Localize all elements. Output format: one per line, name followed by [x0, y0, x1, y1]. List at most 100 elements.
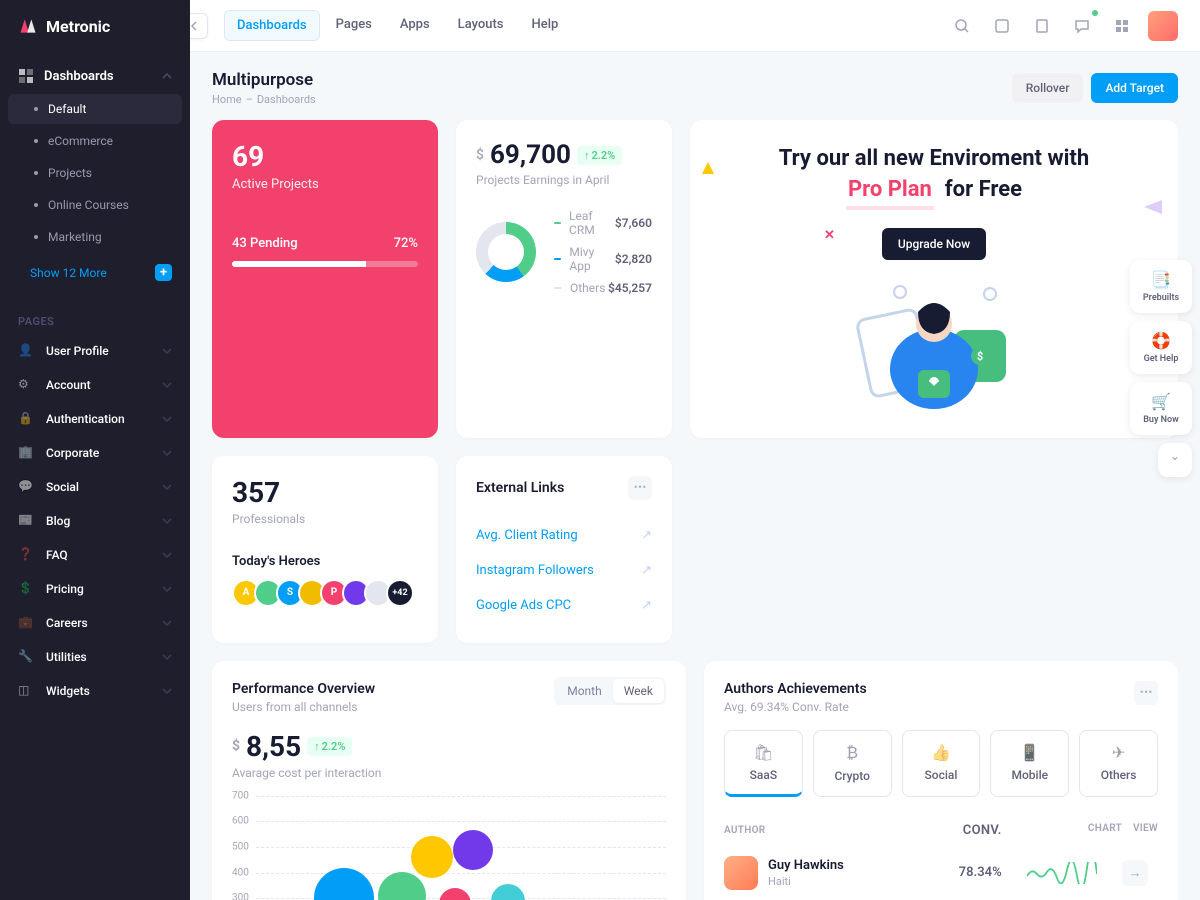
topnav-tab-apps[interactable]: Apps — [388, 10, 442, 41]
external-link[interactable]: Avg. Client Rating — [476, 528, 578, 543]
sidebar-page-utilities[interactable]: 🔧Utilities — [0, 640, 190, 674]
logo-text: Metronic — [46, 17, 110, 36]
page-icon: 🔒 — [18, 411, 34, 427]
open-icon[interactable]: ↗ — [641, 563, 652, 578]
sidebar-item-default[interactable]: Default — [8, 94, 182, 124]
sidebar-collapse-button[interactable] — [190, 13, 208, 39]
side-dock: 📑Prebuilts 🛟Get Help 🛒Buy Now ⌄ — [1130, 260, 1192, 477]
sidebar-item-ecommerce[interactable]: eCommerce — [8, 126, 182, 156]
author-row: Guy HawkinsHaiti78.34%→ — [724, 846, 1158, 900]
sidebar-item-projects[interactable]: Projects — [8, 158, 182, 188]
active-projects-label: Active Projects — [232, 177, 418, 192]
auth-tab-saas[interactable]: 🛍SaaS — [724, 730, 803, 797]
page-icon: 📰 — [18, 513, 34, 529]
sidebar-page-corporate[interactable]: 🏢Corporate — [0, 436, 190, 470]
sidebar-page-careers[interactable]: 💼Careers — [0, 606, 190, 640]
chevron-down-icon — [162, 652, 172, 662]
dock-help[interactable]: 🛟Get Help — [1130, 321, 1192, 374]
page-icon: 💼 — [18, 615, 34, 631]
external-link[interactable]: Google Ads CPC — [476, 598, 571, 613]
page-header: Multipurpose Home–Dashboards Rollover Ad… — [190, 52, 1200, 120]
arrow-left-icon — [190, 21, 200, 31]
sidebar-page-blog[interactable]: 📰Blog — [0, 504, 190, 538]
sparkline — [1027, 862, 1097, 884]
sidebar-page-widgets[interactable]: ◫Widgets — [0, 674, 190, 708]
sidebar-page-social[interactable]: 💬Social — [0, 470, 190, 504]
toggle-week[interactable]: Week — [613, 679, 664, 703]
chevron-down-icon — [162, 414, 172, 424]
apps-icon[interactable] — [1108, 12, 1136, 40]
active-projects-count: 69 — [232, 140, 418, 173]
add-target-button[interactable]: Add Target — [1091, 73, 1178, 103]
logo[interactable]: Metronic — [0, 0, 190, 52]
sidebar-page-pricing[interactable]: 💲Pricing — [0, 572, 190, 606]
open-icon[interactable]: ↗ — [641, 528, 652, 543]
page-icon: 🔧 — [18, 649, 34, 665]
user-avatar[interactable] — [1148, 11, 1178, 41]
author-name[interactable]: Guy Hawkins — [768, 858, 844, 873]
authors-card: Authors Achievements Avg. 69.34% Conv. R… — [704, 661, 1178, 900]
page-icon: 💬 — [18, 479, 34, 495]
topnav-tab-pages[interactable]: Pages — [324, 10, 384, 41]
bubble-radio[interactable] — [491, 884, 525, 900]
more-button[interactable]: ⋯ — [1134, 681, 1158, 705]
bubble-tv-campaign[interactable] — [453, 830, 493, 870]
bubble-google-ads[interactable] — [439, 888, 471, 900]
dock-buy[interactable]: 🛒Buy Now — [1130, 382, 1192, 435]
chat-icon[interactable] — [1068, 12, 1096, 40]
topnav-tab-help[interactable]: Help — [520, 10, 571, 41]
nav-head-dashboards[interactable]: Dashboards — [0, 58, 190, 94]
auth-tab-crypto[interactable]: ₿Crypto — [813, 730, 892, 797]
chevron-down-icon — [162, 346, 172, 356]
sidebar-page-account[interactable]: ⚙Account — [0, 368, 190, 402]
auth-tab-mobile[interactable]: 📱Mobile — [990, 730, 1069, 797]
author-avatar — [724, 856, 758, 890]
heroes-label: Today's Heroes — [232, 554, 418, 569]
bubble-email-newsletter[interactable] — [378, 872, 426, 900]
sidebar-page-user-profile[interactable]: 👤User Profile — [0, 334, 190, 368]
external-link[interactable]: Instagram Followers — [476, 563, 594, 578]
promo-illustration: $ — [714, 274, 1154, 414]
activity-icon[interactable] — [988, 12, 1016, 40]
earnings-card: $ 69,700 ↑ 2.2% Projects Earnings in Apr… — [456, 120, 672, 438]
auth-title: Authors Achievements — [724, 681, 867, 697]
sidebar-page-authentication[interactable]: 🔒Authentication — [0, 402, 190, 436]
plus-icon: + — [155, 264, 172, 281]
show-more-link[interactable]: Show 12 More + — [0, 254, 190, 291]
grid-icon — [18, 68, 34, 84]
clipboard-icon[interactable] — [1028, 12, 1056, 40]
pros-count: 357 — [232, 476, 418, 509]
bubble-chart: 0100200300400500600700010020030040050060… — [232, 796, 666, 900]
topbar: DashboardsPagesAppsLayoutsHelp — [190, 0, 1200, 52]
more-button[interactable]: ⋯ — [628, 476, 652, 500]
topnav-tab-dashboards[interactable]: Dashboards — [224, 10, 320, 41]
sidebar-item-online-courses[interactable]: Online Courses — [8, 190, 182, 220]
professionals-card: 357 Professionals Today's Heroes ASP+42 — [212, 456, 438, 643]
bubble-courses[interactable] — [411, 836, 453, 878]
earnings-caption: Projects Earnings in April — [476, 173, 652, 187]
sidebar-page-faq[interactable]: ❓FAQ — [0, 538, 190, 572]
auth-tab-social[interactable]: 👍Social — [902, 730, 981, 797]
sidebar: Metronic Dashboards Default eCommerce Pr… — [0, 0, 190, 900]
toggle-month[interactable]: Month — [556, 679, 612, 703]
sidebar-item-marketing[interactable]: Marketing — [8, 222, 182, 252]
auth-tab-others[interactable]: ✈Others — [1079, 730, 1158, 797]
earnings-change-badge: ↑ 2.2% — [577, 146, 622, 165]
col-conv: CONV. — [909, 823, 1002, 838]
open-icon[interactable]: ↗ — [641, 598, 652, 613]
plan-highlight: Pro Plan — [846, 175, 934, 210]
perf-change-badge: ↑ 2.2% — [307, 737, 352, 756]
chevron-down-icon — [162, 482, 172, 492]
dock-prebuilts[interactable]: 📑Prebuilts — [1130, 260, 1192, 313]
search-icon[interactable] — [948, 12, 976, 40]
view-author-button[interactable]: → — [1122, 860, 1148, 886]
hero-avatar[interactable]: +42 — [386, 579, 414, 607]
dock-collapse[interactable]: ⌄ — [1158, 443, 1192, 477]
performance-card: Performance Overview Users from all chan… — [212, 661, 686, 900]
upgrade-button[interactable]: Upgrade Now — [882, 228, 986, 260]
perf-cost: 8,55 — [246, 730, 301, 763]
rollover-button[interactable]: Rollover — [1012, 73, 1084, 103]
topnav-tab-layouts[interactable]: Layouts — [446, 10, 516, 41]
cart-icon: 🛒 — [1138, 392, 1184, 411]
tab-icon: 📱 — [997, 743, 1062, 762]
